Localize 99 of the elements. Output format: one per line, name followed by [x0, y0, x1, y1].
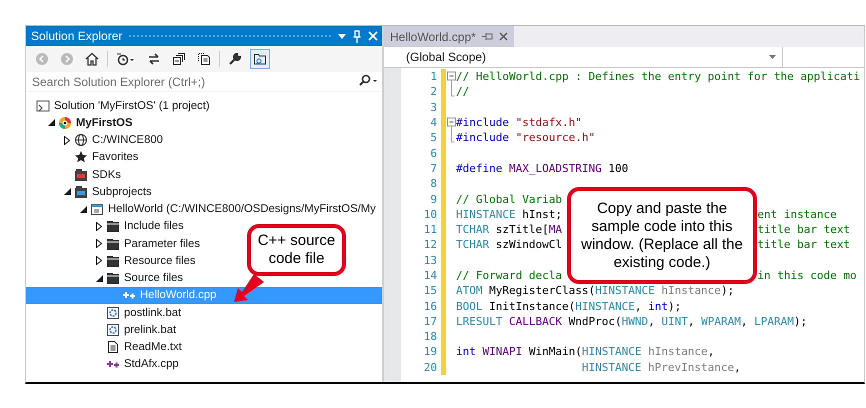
sync-icon: [147, 52, 161, 66]
folder-icon: [106, 236, 120, 251]
code-text: #include "stdafx.h": [456, 116, 582, 130]
collapse-icon[interactable]: [446, 115, 456, 130]
line-number: 3: [429, 100, 437, 114]
code-text: // Forward decla: [456, 269, 562, 282]
line-number: 6: [429, 146, 437, 160]
folder-icon: [106, 271, 120, 286]
settings-file-icon: [106, 306, 120, 320]
tree-item-label[interactable]: ReadMe.txt: [124, 341, 182, 354]
sdk-icon: [74, 168, 88, 182]
project-icon: [58, 116, 72, 130]
solution-icon: [36, 98, 50, 113]
tree-item-label[interactable]: SDKs: [92, 168, 121, 181]
code-text: ent instance: [757, 208, 837, 221]
code-text: TCHAR szWindowCl: [456, 238, 562, 252]
preview-icon: [253, 52, 267, 66]
tree-item-label[interactable]: StdAfx.cpp: [124, 358, 179, 370]
line-number: 5: [429, 131, 437, 144]
code-text: #include "resource.h": [456, 131, 596, 144]
close-icon[interactable]: [498, 32, 508, 41]
line-number: 13: [422, 254, 437, 267]
code-text: #define MAX_LOADSTRING 100: [456, 162, 628, 175]
code-text: TCHAR szTitle[MA: [456, 223, 562, 236]
line-number: 7: [429, 162, 437, 175]
code-text: BOOL InitInstance(HINSTANCE, int);: [456, 300, 682, 313]
line-number: 9: [429, 192, 437, 206]
expanded-arrow-icon[interactable]: [48, 119, 54, 126]
tree-item-label[interactable]: Solution 'MyFirstOS' (1 project): [54, 100, 210, 112]
toolbar-button[interactable]: [250, 48, 270, 68]
line-number: 19: [422, 345, 437, 358]
collapse-icon[interactable]: [446, 69, 456, 84]
tree-item-label[interactable]: prelink.bat: [124, 324, 176, 336]
line-number: 16: [422, 300, 437, 313]
code-text: HINSTANCE hInst;: [456, 208, 562, 221]
back-icon: [35, 52, 49, 66]
code-text: HINSTANCE hPrevInstance,: [580, 360, 741, 374]
code-text: ATOM MyRegisterClass(HINSTANCE hInstance);: [456, 284, 734, 298]
clock-icon: [116, 52, 136, 66]
code-text: in this code mo: [757, 269, 857, 282]
code-text: // HelloWorld.cpp : Defines the entry point for the applicati: [456, 70, 860, 84]
expanded-arrow-icon[interactable]: [80, 206, 86, 213]
line-number: 12: [422, 238, 437, 252]
caret-icon: [769, 55, 776, 59]
callout: C++ source code file: [247, 224, 346, 276]
collapsed-arrow-icon[interactable]: [64, 136, 70, 145]
tree-item-label[interactable]: Source files: [124, 272, 184, 284]
line-number: 10: [422, 208, 437, 221]
code-text: title bar text: [757, 238, 850, 252]
line-number: 17: [422, 314, 437, 328]
home-icon: [85, 52, 99, 66]
tab-label: HelloWorld.cpp*: [390, 30, 476, 44]
callout: Copy and paste the sample code into this window. (Replace all the existing code.): [567, 187, 757, 284]
line-number: 4: [429, 116, 437, 130]
tree-item-label[interactable]: C:/WINCE800: [92, 134, 163, 146]
search-icon[interactable]: [358, 74, 378, 88]
code-text: // Global Variab: [456, 192, 562, 206]
folder-icon: [106, 254, 120, 268]
line-number: 8: [429, 177, 437, 190]
expanded-arrow-icon[interactable]: [64, 188, 70, 196]
forward-icon: [60, 52, 74, 66]
document-tab[interactable]: HelloWorld.cpp*: [384, 26, 514, 47]
wrench-icon: [228, 52, 242, 66]
panel-title: Solution Explorer: [31, 29, 122, 43]
pin-icon[interactable]: [482, 32, 493, 41]
project-file-icon: [90, 202, 104, 216]
collapsed-arrow-icon[interactable]: [96, 222, 102, 231]
tree-item-label[interactable]: Subprojects: [92, 186, 152, 198]
line-number: 2: [429, 85, 437, 98]
tree-item-label[interactable]: Include files: [124, 220, 184, 232]
tree-item-label[interactable]: Favorites: [92, 151, 138, 164]
code-text: LRESULT CALLBACK WndProc(HWND, UINT, WPARAM, LPARAM);: [456, 314, 808, 328]
search-field[interactable]: Search Solution Explorer (Ctrl+;): [26, 72, 382, 91]
settings-file-icon: [106, 322, 120, 337]
line-number: 14: [422, 269, 437, 282]
collapse-all-icon: [172, 52, 186, 66]
code-text: title bar text: [757, 223, 850, 236]
tree-item-label[interactable]: HelloWorld (C:/WINCE800/OSDesigns/MyFirstOS/My: [108, 203, 376, 216]
tree-item-label[interactable]: Parameter files: [124, 238, 200, 250]
tree-item-label[interactable]: postlink.bat: [124, 306, 182, 319]
folder-icon: [106, 219, 120, 234]
tree-item-label[interactable]: MyFirstOS: [76, 116, 132, 129]
tree-item-label[interactable]: Resource files: [124, 254, 196, 267]
collapsed-arrow-icon[interactable]: [96, 256, 102, 266]
text-file-icon: [106, 340, 120, 354]
expanded-arrow-icon[interactable]: [96, 274, 102, 282]
line-number: 15: [422, 284, 437, 298]
line-number: 18: [422, 330, 437, 344]
folder-icon: [74, 184, 88, 199]
star-icon: [74, 150, 88, 164]
files-icon: [197, 52, 211, 66]
globe-icon: [74, 133, 88, 148]
line-number: 20: [422, 360, 437, 374]
line-number: 11: [422, 223, 437, 236]
caret-icon[interactable]: [338, 34, 346, 38]
code-text: //: [456, 85, 470, 98]
collapsed-arrow-icon[interactable]: [96, 239, 102, 248]
line-number: 1: [429, 70, 437, 84]
code-text: int WINAPI WinMain(HINSTANCE hInstance,: [456, 345, 714, 358]
